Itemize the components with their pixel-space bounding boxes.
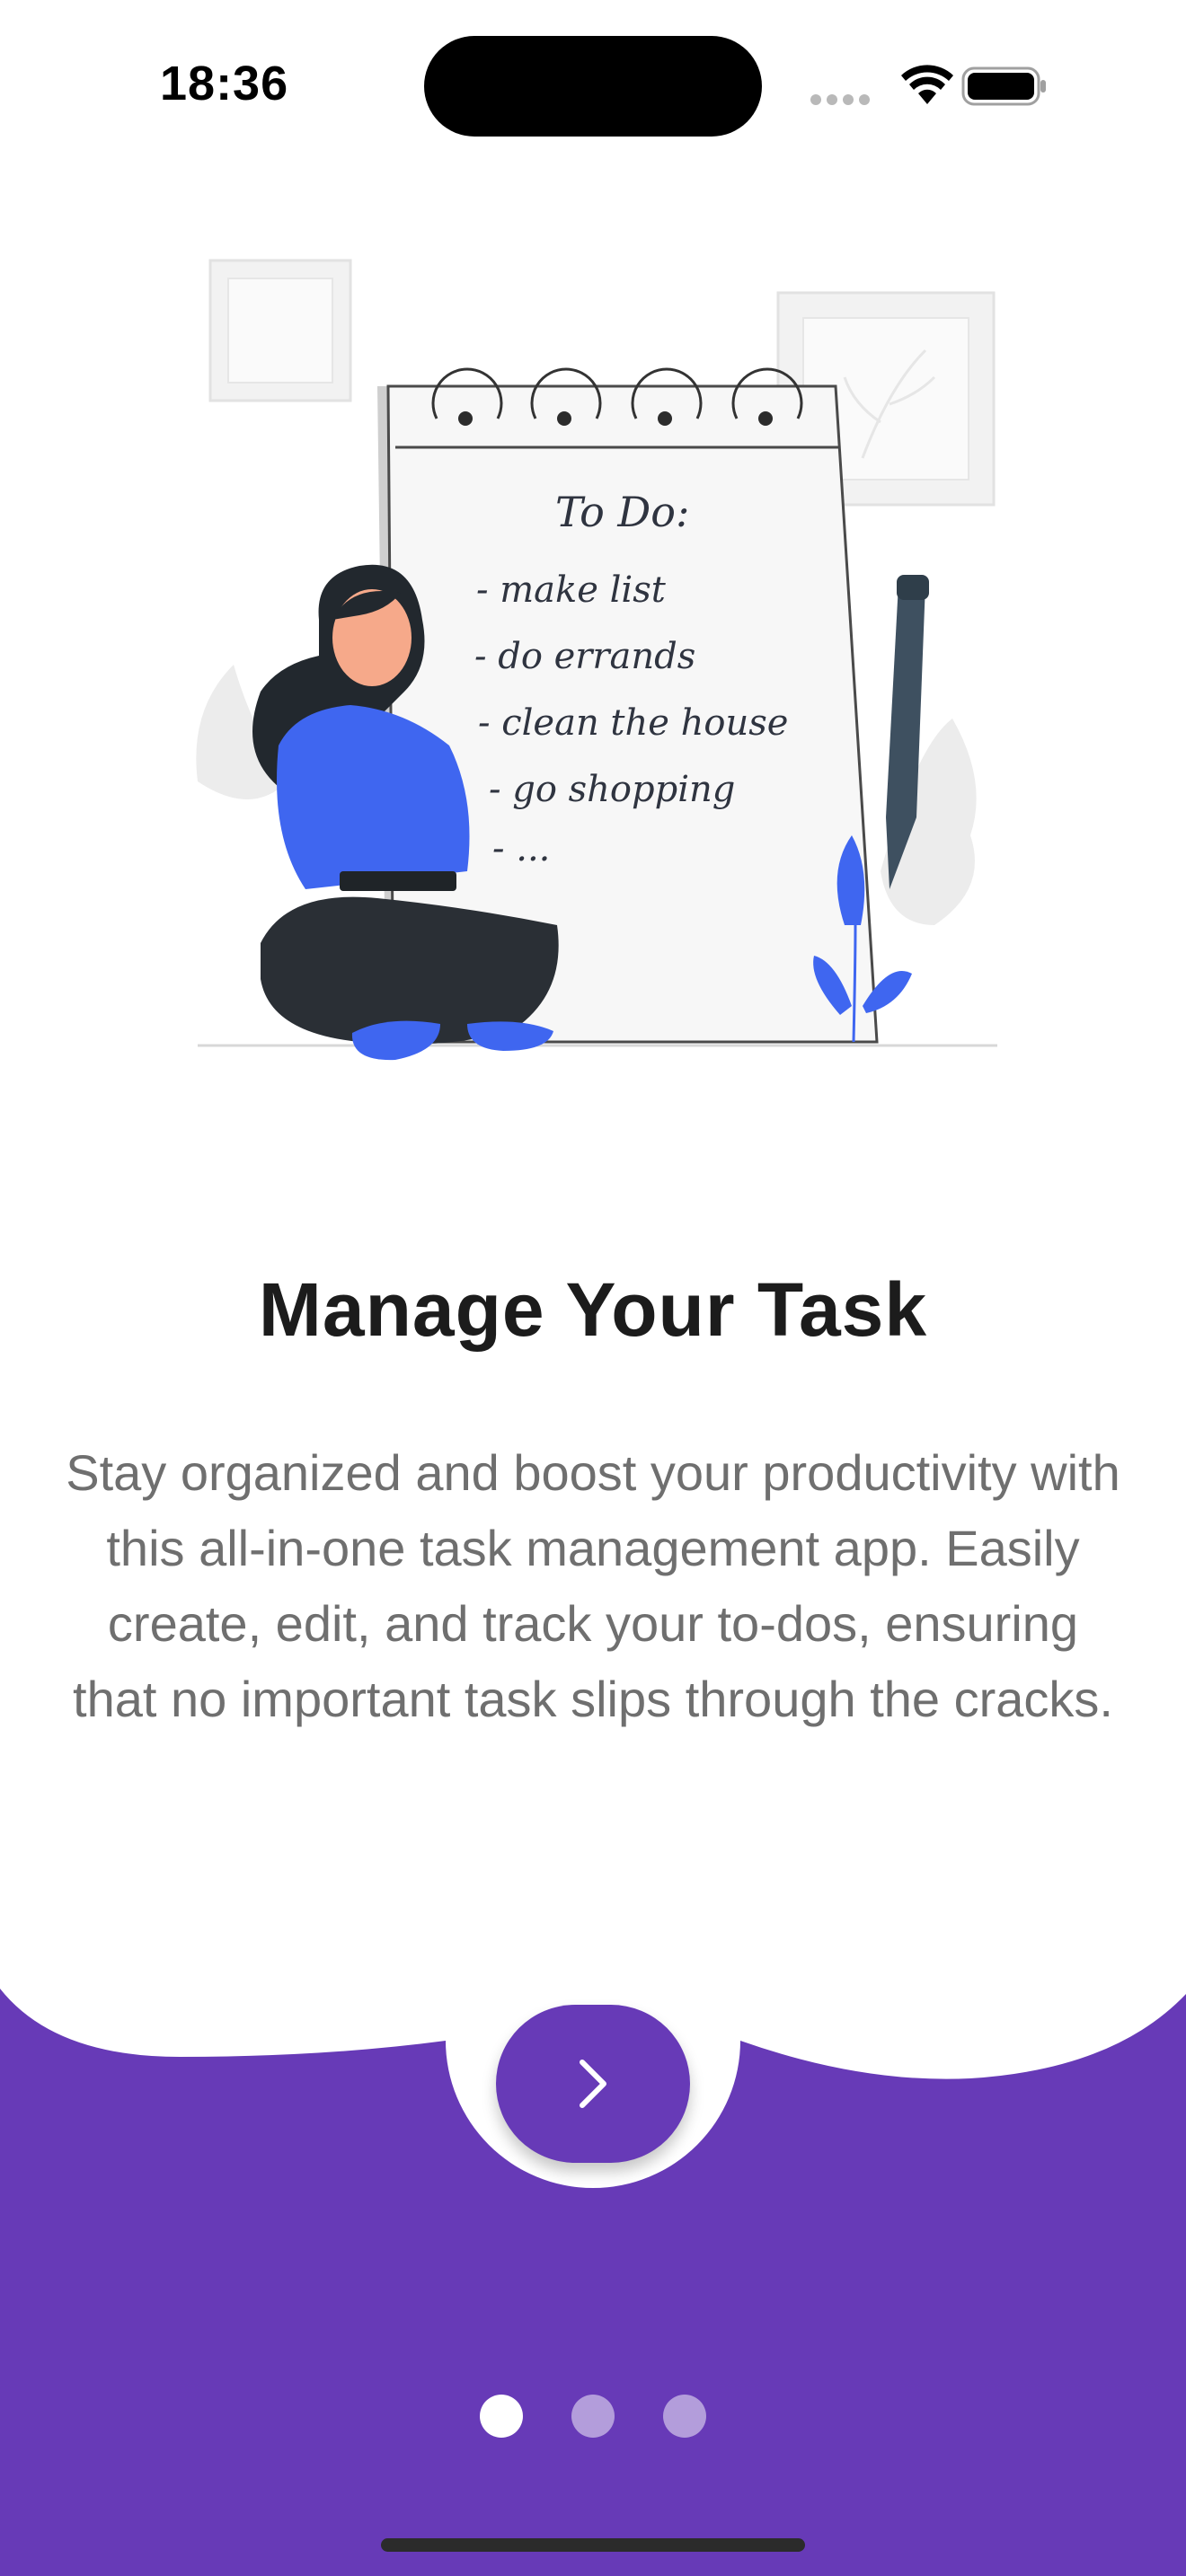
notepad-item: - go shopping bbox=[489, 769, 735, 810]
wifi-icon bbox=[901, 65, 953, 104]
notepad-item: - make list bbox=[476, 569, 667, 611]
todo-illustration: To Do: - make list - do errands - clean … bbox=[196, 259, 997, 1061]
page-dot-1[interactable] bbox=[480, 2395, 523, 2438]
notepad-item: - clean the house bbox=[478, 702, 788, 744]
cellular-signal-icon bbox=[810, 93, 875, 110]
chevron-right-icon bbox=[580, 2060, 606, 2108]
next-button[interactable] bbox=[496, 2005, 690, 2163]
page-dot-3[interactable] bbox=[663, 2395, 706, 2438]
notepad-heading: To Do: bbox=[555, 488, 690, 536]
battery-icon bbox=[961, 66, 1046, 106]
notepad-item: - do errands bbox=[474, 636, 695, 677]
status-bar: 18:36 bbox=[0, 0, 1186, 171]
page-dot-2[interactable] bbox=[571, 2395, 615, 2438]
notepad-item: - ... bbox=[492, 828, 550, 869]
status-time: 18:36 bbox=[160, 57, 289, 110]
page-title: Manage Your Task bbox=[258, 1267, 928, 1352]
page-indicator bbox=[0, 2395, 1186, 2439]
home-indicator bbox=[381, 2538, 805, 2552]
status-icons bbox=[810, 61, 1080, 111]
onboarding-description: Stay organized and boost your productivi… bbox=[66, 1444, 1120, 1727]
dynamic-island bbox=[424, 36, 762, 137]
